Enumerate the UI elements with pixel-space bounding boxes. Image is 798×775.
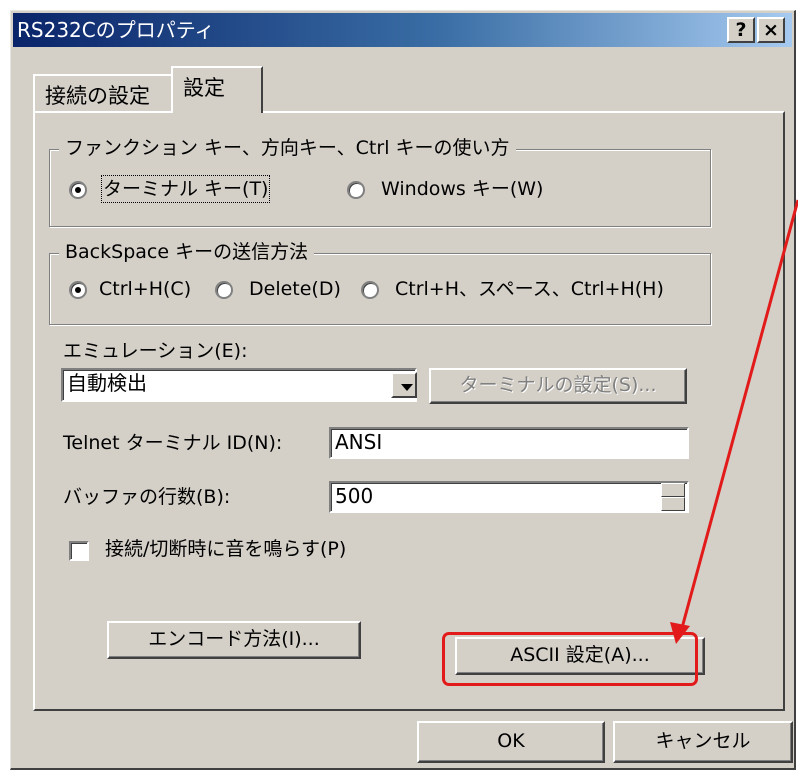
- backspace-group-label: BackSpace キーの送信方法: [59, 241, 315, 263]
- ctrl-h-space-label[interactable]: Ctrl+H、スペース、Ctrl+H(H): [395, 277, 664, 301]
- function-keys-group-label: ファンクション キー、方向キー、Ctrl キーの使い方: [59, 137, 516, 159]
- ok-button[interactable]: OK: [417, 721, 605, 763]
- buffer-rows-spinner[interactable]: [661, 483, 685, 511]
- emulation-select[interactable]: 自動検出: [61, 368, 417, 402]
- ascii-highlight-box: [442, 632, 698, 686]
- delete-radio[interactable]: [215, 281, 233, 299]
- terminal-settings-button[interactable]: ターミナルの設定(S)...: [429, 368, 687, 404]
- spinner-up-button[interactable]: [661, 483, 685, 497]
- windows-key-radio[interactable]: [347, 181, 365, 199]
- settings-panel: ファンクション キー、方向キー、Ctrl キーの使い方 ターミナル キー(T) …: [33, 111, 785, 711]
- beep-label[interactable]: 接続/切断時に音を鳴らす(P): [105, 537, 346, 561]
- windows-key-label[interactable]: Windows キー(W): [381, 177, 543, 201]
- title-bar[interactable]: RS232Cのプロパティ ? ×: [13, 13, 792, 47]
- close-button[interactable]: ×: [757, 17, 785, 43]
- tab-connection-settings[interactable]: 接続の設定: [33, 74, 173, 114]
- telnet-id-label: Telnet ターミナル ID(N):: [63, 432, 283, 454]
- ctrl-h-space-radio[interactable]: [361, 281, 379, 299]
- emulation-dropdown-button[interactable]: [391, 372, 417, 398]
- ctrl-h-radio[interactable]: [69, 281, 87, 299]
- window-title: RS232Cのプロパティ: [17, 18, 215, 42]
- beep-checkbox[interactable]: [69, 541, 89, 561]
- tab-connection-settings-label: 接続の設定: [45, 84, 150, 108]
- encoding-button[interactable]: エンコード方法(I)...: [107, 621, 361, 659]
- terminal-key-label[interactable]: ターミナル キー(T): [100, 175, 271, 203]
- emulation-label: エミュレーション(E):: [63, 340, 248, 362]
- tab-settings[interactable]: 設定: [171, 66, 263, 113]
- telnet-id-input[interactable]: ANSI: [329, 427, 689, 459]
- cancel-button[interactable]: キャンセル: [613, 721, 793, 763]
- emulation-value: 自動検出: [67, 371, 147, 395]
- help-button[interactable]: ?: [727, 17, 755, 43]
- buffer-rows-input[interactable]: 500: [329, 481, 689, 513]
- terminal-key-radio[interactable]: [69, 181, 87, 199]
- spinner-down-button[interactable]: [661, 497, 685, 511]
- buffer-rows-label: バッファの行数(B):: [63, 486, 231, 508]
- delete-label[interactable]: Delete(D): [249, 277, 341, 301]
- buffer-rows-value: 500: [335, 484, 374, 508]
- tab-settings-label: 設定: [183, 76, 225, 100]
- ctrl-h-label[interactable]: Ctrl+H(C): [99, 277, 191, 301]
